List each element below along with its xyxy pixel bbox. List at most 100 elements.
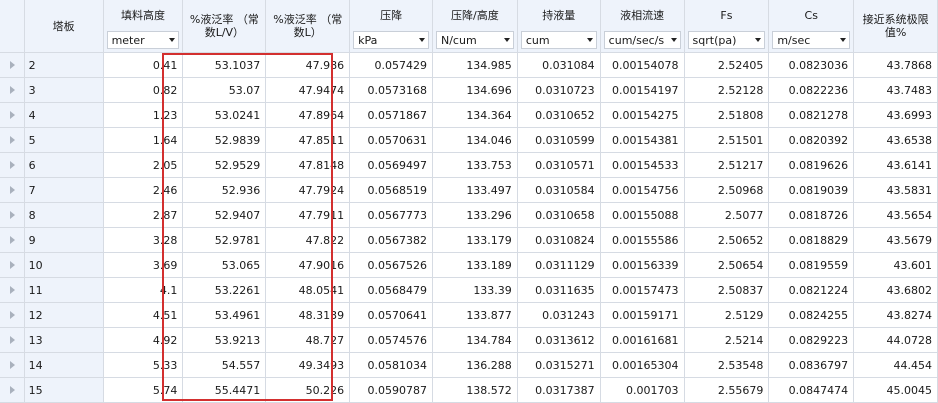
value-cell[interactable]: 0.0824255 bbox=[769, 303, 855, 328]
column-header-height[interactable]: 填料高度 meter bbox=[103, 0, 184, 53]
table-row[interactable]: 3 0.82 53.07 47.9474 0.0573168 134.696 0.03107… bbox=[0, 78, 938, 103]
value-cell[interactable]: 0.0570641 bbox=[350, 303, 433, 328]
value-cell[interactable]: 43.5679 bbox=[854, 228, 938, 253]
value-cell[interactable]: 0.0818829 bbox=[769, 228, 855, 253]
value-cell[interactable]: 43.7868 bbox=[854, 53, 938, 78]
value-cell[interactable]: 2.55679 bbox=[684, 378, 770, 403]
value-cell[interactable]: 0.00154197 bbox=[600, 78, 685, 103]
value-cell[interactable]: 43.6538 bbox=[854, 128, 938, 153]
value-cell[interactable]: 4.51 bbox=[103, 303, 184, 328]
value-cell[interactable]: 0.0581034 bbox=[350, 353, 433, 378]
value-cell[interactable]: 0.0311635 bbox=[517, 278, 601, 303]
value-cell[interactable]: 133.179 bbox=[432, 228, 518, 253]
value-cell[interactable]: 0.0310652 bbox=[517, 103, 601, 128]
row-selector[interactable] bbox=[0, 253, 25, 278]
value-cell[interactable]: 0.0819039 bbox=[769, 178, 855, 203]
chevron-down-icon[interactable] bbox=[586, 38, 593, 42]
value-cell[interactable]: 0.031084 bbox=[517, 53, 601, 78]
value-cell[interactable]: 0.0570631 bbox=[350, 128, 433, 153]
column-header-liqv[interactable]: 液相流速 cum/sec/s bbox=[600, 0, 685, 53]
column-header-dph[interactable]: 压降/高度 N/cum bbox=[433, 0, 518, 53]
table-row[interactable]: 14 5.33 54.557 49.3493 0.0581034 136.288 0.031… bbox=[0, 353, 938, 378]
column-header-cs[interactable]: Cs m/sec bbox=[769, 0, 855, 53]
row-selector[interactable] bbox=[0, 228, 25, 253]
value-cell[interactable]: 2.51808 bbox=[684, 103, 770, 128]
value-cell[interactable]: 134.784 bbox=[432, 328, 518, 353]
value-cell[interactable]: 47.8511 bbox=[266, 128, 351, 153]
row-expand-icon[interactable] bbox=[10, 186, 15, 194]
table-row[interactable]: 11 4.1 53.2261 48.0541 0.0568479 133.39 0.0311… bbox=[0, 278, 938, 303]
value-cell[interactable]: 133.753 bbox=[432, 153, 518, 178]
value-cell[interactable]: 0.0574576 bbox=[350, 328, 433, 353]
value-cell[interactable]: 0.0313612 bbox=[517, 328, 601, 353]
value-cell[interactable]: 0.0568519 bbox=[350, 178, 433, 203]
table-row[interactable]: 5 1.64 52.9839 47.8511 0.0570631 134.046 0.031… bbox=[0, 128, 938, 153]
value-cell[interactable]: 0.0310723 bbox=[517, 78, 601, 103]
value-cell[interactable]: 0.00155088 bbox=[600, 203, 685, 228]
value-cell[interactable]: 0.0568479 bbox=[350, 278, 433, 303]
value-cell[interactable]: 0.0820392 bbox=[769, 128, 855, 153]
value-cell[interactable]: 136.288 bbox=[432, 353, 518, 378]
table-row[interactable]: 4 1.23 53.0241 47.8964 0.0571867 134.364 0.031… bbox=[0, 103, 938, 128]
value-cell[interactable]: 0.0818726 bbox=[769, 203, 855, 228]
value-cell[interactable]: 0.0567382 bbox=[350, 228, 433, 253]
chevron-down-icon[interactable] bbox=[503, 38, 510, 42]
value-cell[interactable]: 0.00165304 bbox=[600, 353, 685, 378]
value-cell[interactable]: 0.0310824 bbox=[517, 228, 601, 253]
value-cell[interactable]: 53.9213 bbox=[183, 328, 267, 353]
unit-select-liqv[interactable]: cum/sec/s bbox=[603, 31, 681, 49]
column-header-holdup[interactable]: 持液量 cum bbox=[517, 0, 601, 53]
chevron-down-icon[interactable] bbox=[840, 38, 847, 42]
column-header-flood1[interactable]: %液泛率 （常数L/V） bbox=[183, 0, 267, 53]
row-selector[interactable] bbox=[0, 53, 25, 78]
value-cell[interactable]: 2.51217 bbox=[684, 153, 770, 178]
value-cell[interactable]: 5.33 bbox=[103, 353, 184, 378]
value-cell[interactable]: 53.0241 bbox=[183, 103, 267, 128]
value-cell[interactable]: 133.189 bbox=[432, 253, 518, 278]
value-cell[interactable]: 0.0567526 bbox=[350, 253, 433, 278]
value-cell[interactable]: 2.51501 bbox=[684, 128, 770, 153]
unit-select-holdup[interactable]: cum bbox=[520, 31, 597, 49]
unit-select-cs[interactable]: m/sec bbox=[772, 31, 851, 49]
value-cell[interactable]: 0.0310584 bbox=[517, 178, 601, 203]
value-cell[interactable]: 53.07 bbox=[183, 78, 267, 103]
value-cell[interactable]: 53.2261 bbox=[183, 278, 267, 303]
chevron-down-icon[interactable] bbox=[169, 38, 176, 42]
value-cell[interactable]: 52.9839 bbox=[183, 128, 267, 153]
value-cell[interactable]: 0.00155586 bbox=[600, 228, 685, 253]
value-cell[interactable]: 1.64 bbox=[103, 128, 184, 153]
value-cell[interactable]: 0.0310658 bbox=[517, 203, 601, 228]
value-cell[interactable]: 2.52128 bbox=[684, 78, 770, 103]
value-cell[interactable]: 2.5129 bbox=[684, 303, 770, 328]
value-cell[interactable]: 4.92 bbox=[103, 328, 184, 353]
value-cell[interactable]: 0.0573168 bbox=[350, 78, 433, 103]
value-cell[interactable]: 43.6802 bbox=[854, 278, 938, 303]
value-cell[interactable]: 47.822 bbox=[266, 228, 351, 253]
value-cell[interactable]: 48.0541 bbox=[266, 278, 351, 303]
table-row[interactable]: 15 5.74 55.4471 50.226 0.0590787 138.572 0.031… bbox=[0, 378, 938, 403]
value-cell[interactable]: 2.05 bbox=[103, 153, 184, 178]
value-cell[interactable]: 2.52405 bbox=[684, 53, 770, 78]
row-selector[interactable] bbox=[0, 153, 25, 178]
value-cell[interactable]: 134.046 bbox=[432, 128, 518, 153]
row-selector[interactable] bbox=[0, 328, 25, 353]
row-expand-icon[interactable] bbox=[10, 386, 15, 394]
value-cell[interactable]: 0.00156339 bbox=[600, 253, 685, 278]
value-cell[interactable]: 0.0819559 bbox=[769, 253, 855, 278]
value-cell[interactable]: 0.031243 bbox=[517, 303, 601, 328]
row-selector[interactable] bbox=[0, 203, 25, 228]
value-cell[interactable]: 2.5077 bbox=[684, 203, 770, 228]
value-cell[interactable]: 133.296 bbox=[432, 203, 518, 228]
value-cell[interactable]: 0.00154756 bbox=[600, 178, 685, 203]
value-cell[interactable]: 48.3139 bbox=[266, 303, 351, 328]
value-cell[interactable]: 43.7483 bbox=[854, 78, 938, 103]
row-selector[interactable] bbox=[0, 353, 25, 378]
row-expand-icon[interactable] bbox=[10, 261, 15, 269]
value-cell[interactable]: 52.9529 bbox=[183, 153, 267, 178]
value-cell[interactable]: 44.0728 bbox=[854, 328, 938, 353]
row-selector[interactable] bbox=[0, 128, 25, 153]
value-cell[interactable]: 43.8274 bbox=[854, 303, 938, 328]
table-row[interactable]: 10 3.69 53.065 47.9016 0.0567526 133.189 0.031… bbox=[0, 253, 938, 278]
value-cell[interactable]: 0.0819626 bbox=[769, 153, 855, 178]
table-row[interactable]: 2 0.41 53.1037 47.986 0.057429 134.985 0.03108… bbox=[0, 53, 938, 78]
